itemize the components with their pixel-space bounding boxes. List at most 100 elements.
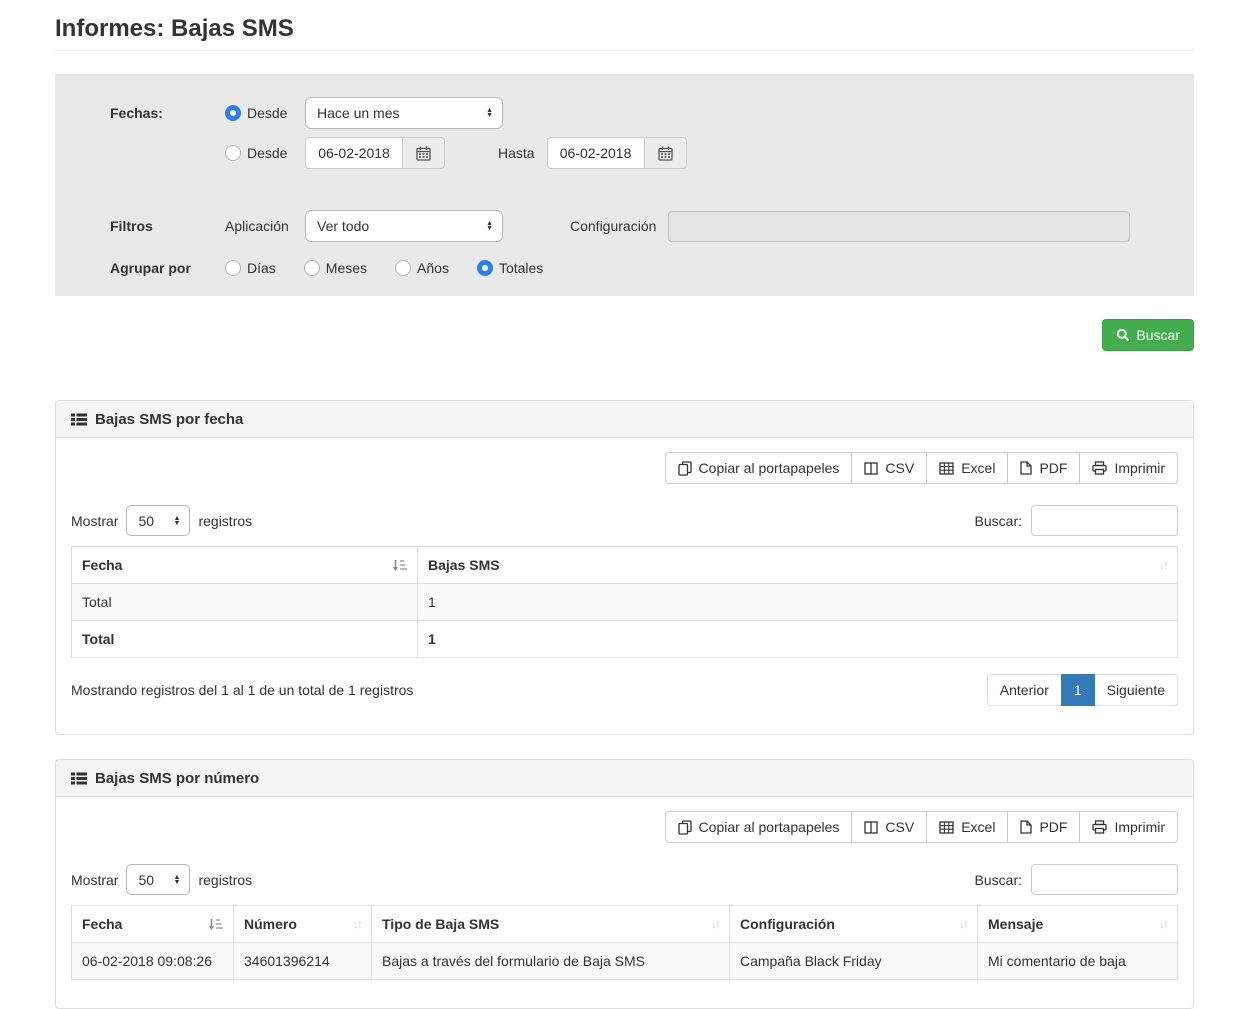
filtros-label: Filtros — [110, 218, 225, 234]
pagination-prev-button[interactable]: Anterior — [987, 674, 1062, 706]
table-row[interactable]: Total 1 — [72, 584, 1178, 621]
footer-cell-fecha: Total — [72, 621, 418, 658]
columns-icon — [864, 462, 878, 475]
csv-button[interactable]: CSV — [851, 452, 927, 484]
filter-panel: Fechas: Desde Hace un mes ▲▼ Desde 06-02… — [55, 74, 1194, 296]
column-header-mensaje[interactable]: Mensaje ↓↑ — [978, 906, 1178, 943]
sort-both-icon: ↓↑ — [1159, 558, 1167, 572]
sort-both-icon: ↓↑ — [1159, 917, 1167, 931]
radio-meses[interactable]: Meses — [304, 260, 367, 276]
cell-fecha: Total — [72, 584, 418, 621]
column-header-fecha-label: Fecha — [82, 916, 122, 932]
buscar-input-label: Buscar: — [975, 872, 1022, 888]
sort-amount-asc-icon — [392, 559, 407, 572]
column-header-fecha[interactable]: Fecha — [72, 547, 418, 584]
length-control: Mostrar 50 ▲▼ registros — [71, 864, 252, 895]
column-header-bajas-sms[interactable]: Bajas SMS ↓↑ — [418, 547, 1178, 584]
radio-anos[interactable]: Años — [395, 260, 449, 276]
list-icon — [71, 413, 87, 426]
fechas-range-row: Desde 06-02-2018 Hasta 06-02-2018 — [110, 137, 1130, 169]
radio-unselected-icon[interactable] — [395, 260, 411, 276]
print-button[interactable]: Imprimir — [1079, 452, 1178, 484]
fecha-desde-calendar-button[interactable] — [403, 137, 445, 169]
copy-icon — [678, 461, 692, 476]
printer-icon — [1092, 461, 1107, 475]
buscar-input-label: Buscar: — [975, 513, 1022, 529]
registros-label: registros — [198, 513, 252, 529]
radio-unselected-icon[interactable] — [225, 145, 241, 161]
select-stepper-icon: ▲▼ — [486, 108, 493, 118]
excel-button[interactable]: Excel — [926, 452, 1008, 484]
table-header-row: Fecha Bajas SMS ↓↑ — [72, 547, 1178, 584]
radio-unselected-icon[interactable] — [225, 260, 241, 276]
fecha-desde-input[interactable]: 06-02-2018 — [305, 137, 403, 169]
copy-button-label: Copiar al portapapeles — [699, 460, 840, 476]
radio-selected-icon[interactable] — [477, 260, 493, 276]
cell-numero: 34601396214 — [234, 943, 372, 980]
select-stepper-icon: ▲▼ — [174, 516, 181, 526]
table-row[interactable]: 06-02-2018 09:08:26 34601396214 Bajas a … — [72, 943, 1178, 980]
fecha-hasta-calendar-button[interactable] — [645, 137, 687, 169]
table-info-row: Mostrando registros del 1 al 1 de un tot… — [71, 674, 1178, 706]
sort-both-icon: ↓↑ — [353, 917, 361, 931]
pdf-button[interactable]: PDF — [1007, 452, 1080, 484]
fecha-rapida-select[interactable]: Hace un mes ▲▼ — [305, 97, 503, 129]
configuracion-label: Configuración — [570, 218, 668, 234]
csv-button[interactable]: CSV — [851, 811, 927, 843]
excel-button[interactable]: Excel — [926, 811, 1008, 843]
search-icon — [1116, 328, 1130, 342]
select-stepper-icon: ▲▼ — [174, 875, 181, 885]
copy-button[interactable]: Copiar al portapapeles — [665, 452, 853, 484]
fecha-hasta-input[interactable]: 06-02-2018 — [547, 137, 645, 169]
sort-both-icon: ↓↑ — [711, 917, 719, 931]
panel-numero-body: Copiar al portapapeles CSV Excel PDF — [56, 797, 1193, 1008]
table-footer-row: Total 1 — [72, 621, 1178, 658]
cell-bajas: 1 — [418, 584, 1178, 621]
column-header-fecha[interactable]: Fecha — [72, 906, 234, 943]
agrupar-row: Agrupar por Días Meses Años Totales — [110, 260, 1130, 276]
column-header-tipo-label: Tipo de Baja SMS — [382, 916, 499, 932]
select-stepper-icon: ▲▼ — [486, 221, 493, 231]
column-header-configuracion[interactable]: Configuración ↓↑ — [730, 906, 978, 943]
bajas-por-fecha-table: Fecha Bajas SMS ↓↑ Total 1 — [71, 546, 1178, 658]
radio-desde-range-label: Desde — [247, 145, 287, 161]
registros-label: registros — [198, 872, 252, 888]
radio-desde-quick[interactable]: Desde — [225, 105, 305, 121]
fecha-rapida-select-value: Hace un mes — [317, 105, 399, 121]
pagination-page-1-button[interactable]: 1 — [1061, 674, 1095, 706]
copy-button-label: Copiar al portapapeles — [699, 819, 840, 835]
radio-dias[interactable]: Días — [225, 260, 276, 276]
radio-desde-range[interactable]: Desde — [225, 145, 305, 161]
table-icon — [939, 462, 954, 475]
export-button-group: Copiar al portapapeles CSV Excel PDF — [665, 811, 1178, 843]
configuracion-input[interactable] — [668, 211, 1130, 242]
print-button[interactable]: Imprimir — [1079, 811, 1178, 843]
radio-unselected-icon[interactable] — [304, 260, 320, 276]
pagination-next-button[interactable]: Siguiente — [1094, 674, 1178, 706]
column-header-bajas-sms-label: Bajas SMS — [428, 557, 500, 573]
aplicacion-select[interactable]: Ver todo ▲▼ — [305, 210, 503, 242]
buscar-button[interactable]: Buscar — [1102, 319, 1194, 351]
column-header-numero[interactable]: Número ↓↑ — [234, 906, 372, 943]
radio-totales[interactable]: Totales — [477, 260, 543, 276]
pdf-button[interactable]: PDF — [1007, 811, 1080, 843]
radio-meses-label: Meses — [326, 260, 367, 276]
pdf-button-label: PDF — [1039, 819, 1067, 835]
fecha-desde-group: 06-02-2018 — [305, 137, 445, 169]
column-header-tipo[interactable]: Tipo de Baja SMS ↓↑ — [372, 906, 730, 943]
buscar-button-label: Buscar — [1136, 327, 1180, 343]
copy-button[interactable]: Copiar al portapapeles — [665, 811, 853, 843]
fecha-hasta-group: 06-02-2018 — [547, 137, 687, 169]
column-header-configuracion-label: Configuración — [740, 916, 835, 932]
search-input[interactable] — [1031, 864, 1178, 895]
bajas-por-numero-table: Fecha Número ↓↑ Tipo de Baja SMS ↓↑ C — [71, 905, 1178, 980]
file-pdf-icon — [1020, 820, 1032, 834]
panel-numero-heading: Bajas SMS por número — [56, 760, 1193, 797]
mostrar-label: Mostrar — [71, 513, 118, 529]
radio-selected-icon[interactable] — [225, 105, 241, 121]
search-input[interactable] — [1031, 505, 1178, 536]
length-select[interactable]: 50 ▲▼ — [126, 864, 190, 895]
panel-fecha-heading: Bajas SMS por fecha — [56, 401, 1193, 438]
filtros-row: Filtros Aplicación Ver todo ▲▼ Configura… — [110, 210, 1130, 242]
length-select[interactable]: 50 ▲▼ — [126, 505, 190, 536]
